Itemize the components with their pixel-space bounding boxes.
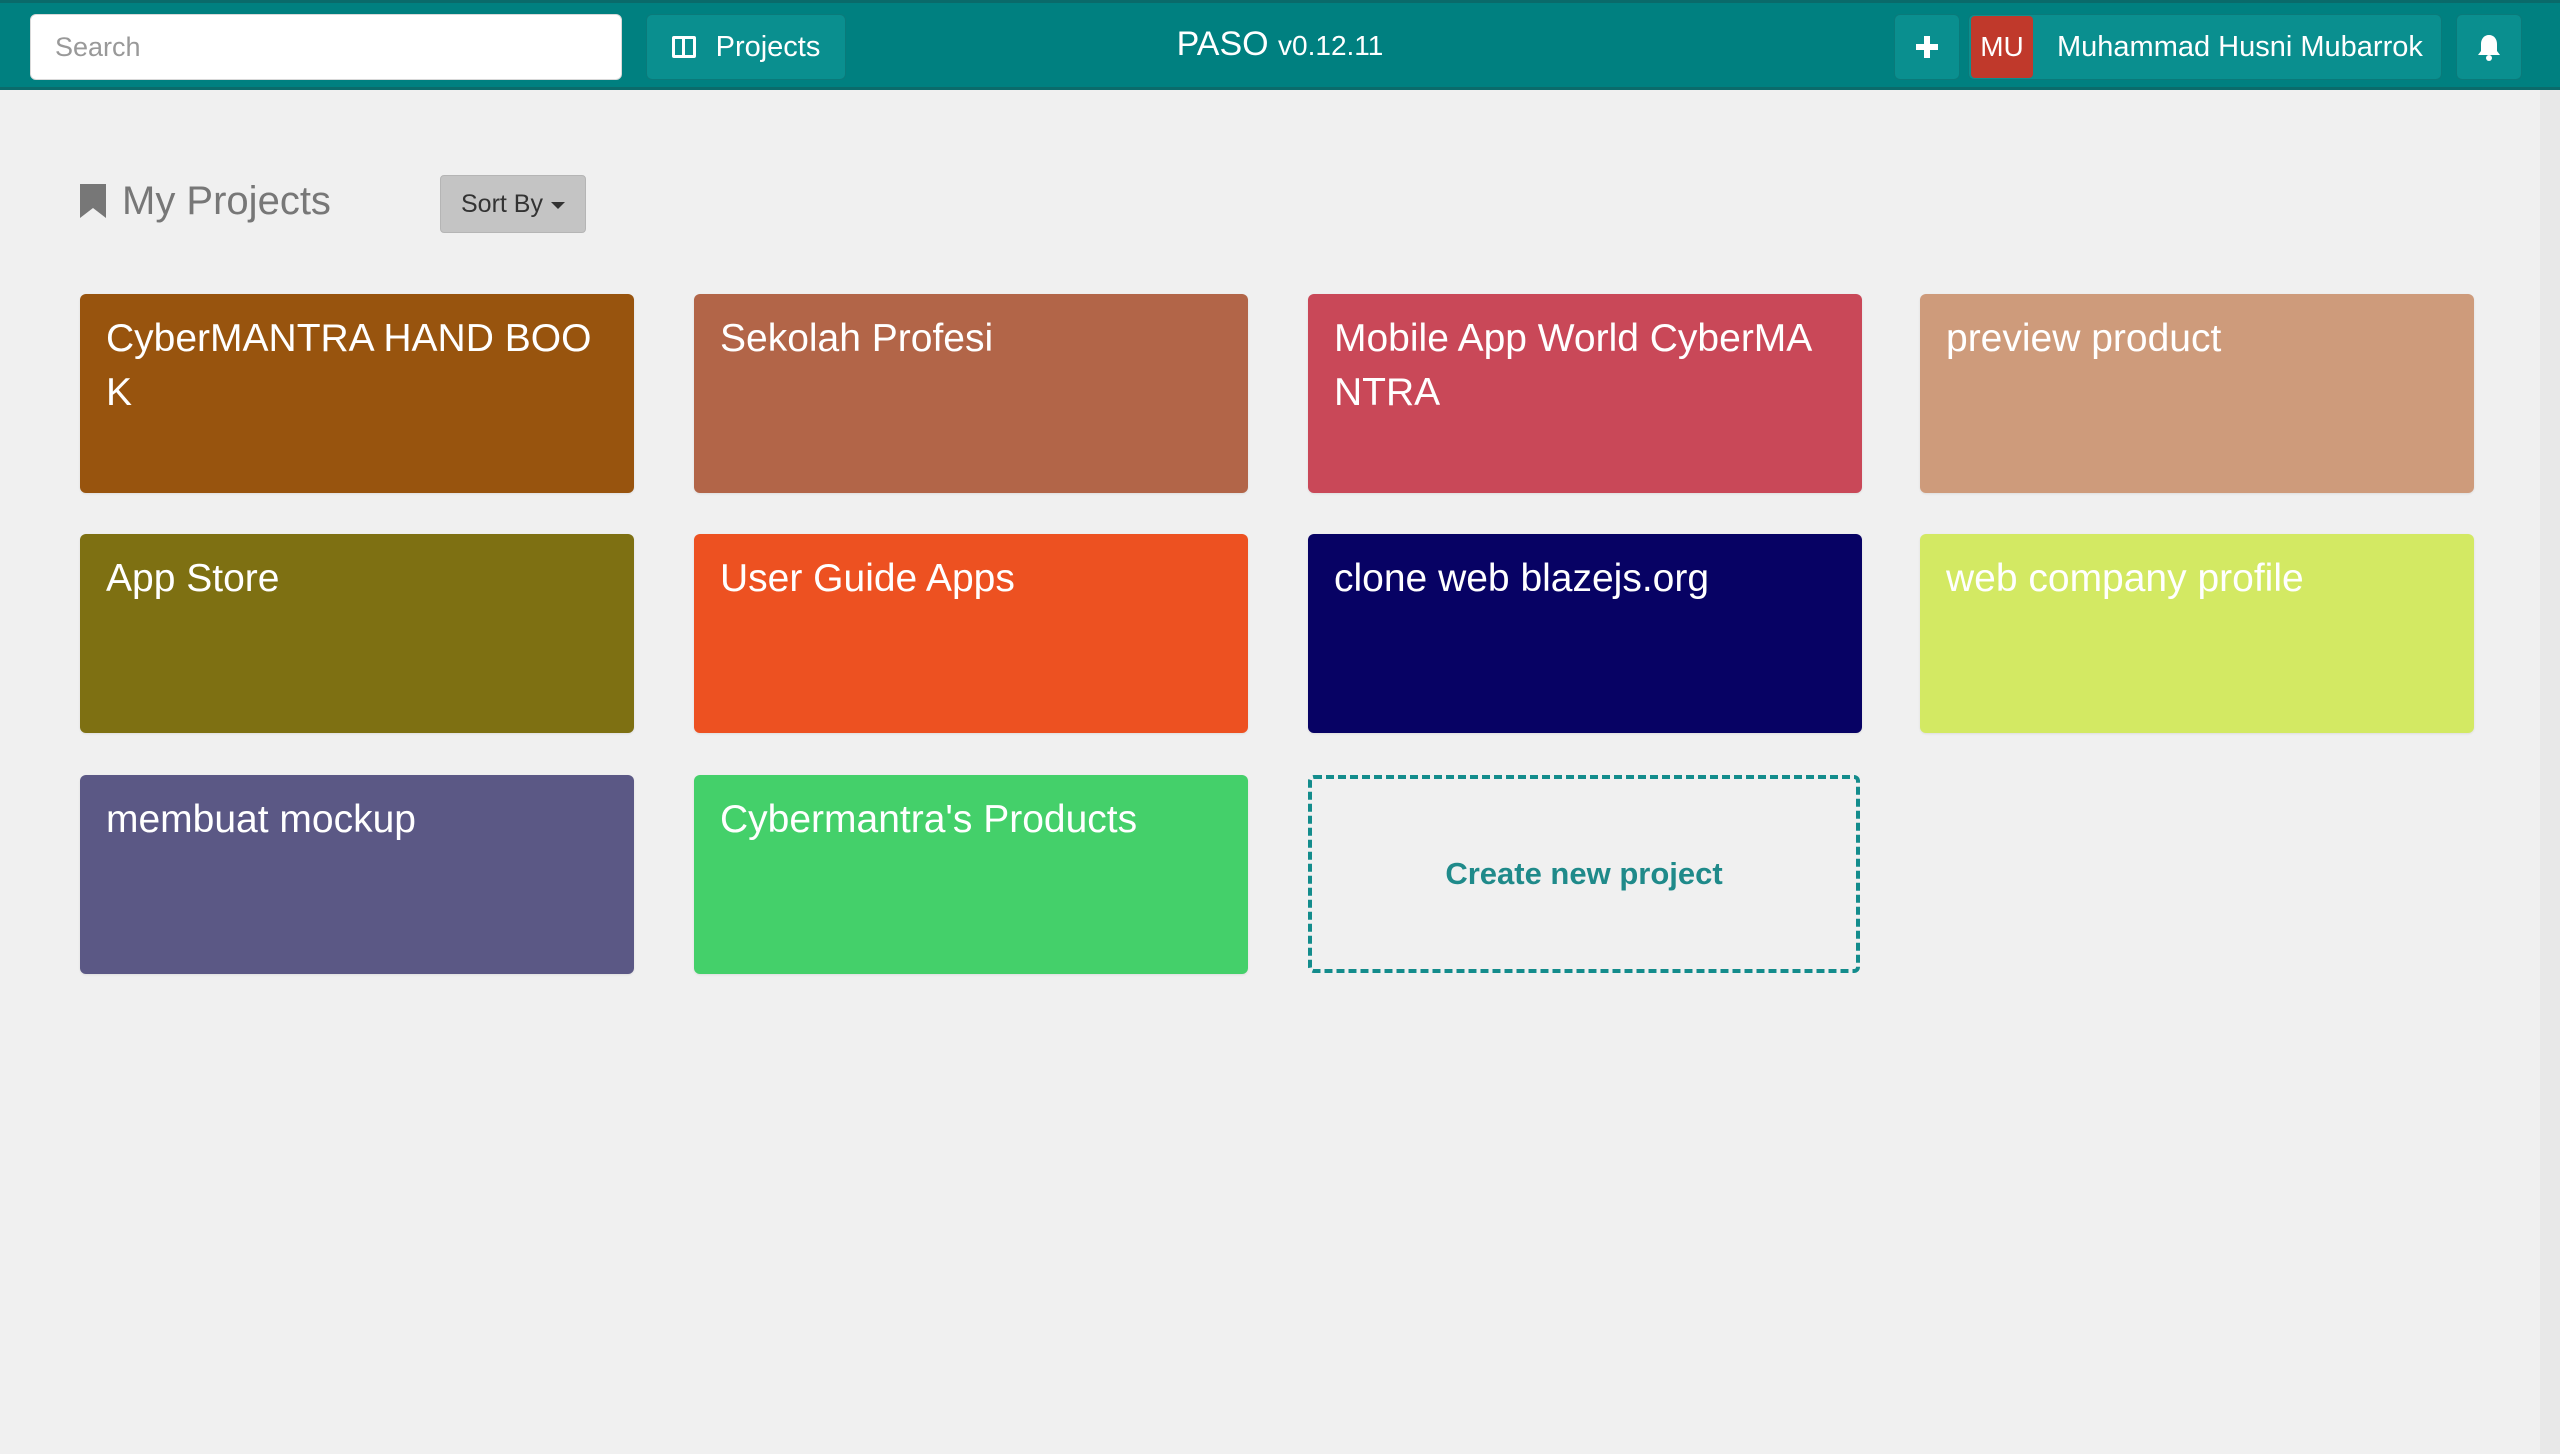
project-card[interactable]: clone web blazejs.org	[1308, 534, 1862, 733]
project-card-title: membuat mockup	[106, 798, 416, 841]
project-card[interactable]: CyberMANTRA HAND BOOK	[80, 294, 634, 493]
project-card[interactable]: User Guide Apps	[694, 534, 1248, 733]
project-card-title: CyberMANTRA HAND BOOK	[106, 317, 592, 414]
create-project-button[interactable]: Create new project	[1308, 775, 1860, 973]
add-button[interactable]	[1894, 14, 1960, 80]
page-scrollbar[interactable]	[2540, 90, 2560, 1454]
create-project-label: Create new project	[1445, 856, 1723, 891]
bookmark-icon	[80, 184, 106, 218]
avatar: MU	[1971, 16, 2033, 78]
columns-icon	[671, 36, 696, 58]
project-card[interactable]: preview product	[1920, 294, 2474, 493]
app-version: v0.12.11	[1278, 30, 1384, 61]
plus-icon	[1916, 36, 1938, 58]
project-card-title: User Guide Apps	[720, 557, 1015, 600]
project-card-title: Sekolah Profesi	[720, 317, 994, 360]
project-card[interactable]: App Store	[80, 534, 634, 733]
caret-down-icon	[550, 202, 565, 209]
projects-button-label: Projects	[715, 30, 821, 63]
project-card[interactable]: Cybermantra's Products	[694, 775, 1248, 974]
top-navbar: Projects PASO v0.12.11 MU Muhammad Husni…	[0, 0, 2560, 90]
sort-by-label: Sort By	[461, 189, 543, 218]
project-card-title: web company profile	[1946, 557, 2304, 600]
project-card-title: Mobile App World CyberMANTRA	[1334, 317, 1813, 414]
project-card[interactable]: web company profile	[1920, 534, 2474, 733]
bell-icon	[2478, 35, 2500, 61]
notifications-button[interactable]	[2456, 14, 2522, 80]
page-title: My Projects	[122, 178, 331, 223]
app-name: PASO	[1176, 25, 1269, 63]
user-menu-button[interactable]: MU Muhammad Husni Mubarrok	[1968, 14, 2442, 80]
sort-by-dropdown[interactable]: Sort By	[440, 175, 586, 233]
section-header: My Projects	[78, 176, 331, 226]
project-card-title: Cybermantra's Products	[720, 798, 1138, 841]
app-title: PASO v0.12.11	[1080, 25, 1480, 64]
projects-button[interactable]: Projects	[646, 14, 846, 80]
user-name: Muhammad Husni Mubarrok	[2057, 30, 2423, 63]
search-input[interactable]	[30, 14, 622, 80]
project-card-title: App Store	[106, 557, 280, 600]
project-card[interactable]: membuat mockup	[80, 775, 634, 974]
project-card-title: clone web blazejs.org	[1334, 557, 1710, 600]
project-card[interactable]: Mobile App World CyberMANTRA	[1308, 294, 1862, 493]
project-card[interactable]: Sekolah Profesi	[694, 294, 1248, 493]
project-card-title: preview product	[1946, 317, 2222, 360]
